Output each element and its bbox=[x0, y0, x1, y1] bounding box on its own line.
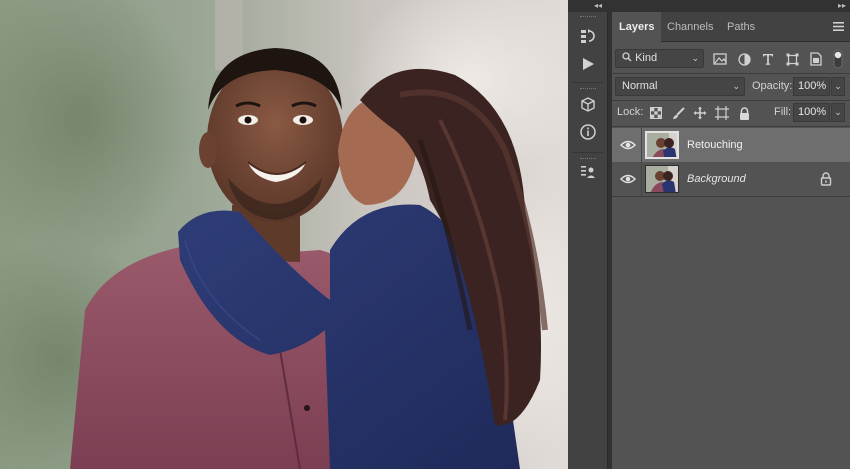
adjustment-filter-icon[interactable] bbox=[736, 51, 752, 67]
chevron-down-icon: ⌄ bbox=[691, 53, 699, 63]
photo-image bbox=[0, 0, 568, 469]
tab-layers[interactable]: Layers bbox=[612, 12, 662, 43]
document-canvas[interactable] bbox=[0, 0, 568, 469]
collapse-panels-icon[interactable]: ▸▸ bbox=[838, 0, 846, 12]
layer-thumbnail bbox=[645, 165, 679, 193]
layer-name[interactable]: Background bbox=[687, 162, 746, 196]
layer-row-background[interactable]: Background bbox=[612, 162, 850, 196]
panel-menu-icon[interactable] bbox=[833, 21, 844, 32]
dock-grip[interactable] bbox=[568, 14, 608, 20]
panel-divider bbox=[612, 196, 850, 197]
lock-artboard-icon[interactable] bbox=[714, 105, 730, 121]
lock-icon bbox=[820, 172, 832, 186]
layers-panel: Layers Channels Paths Kind ⌄ Normal ⌄ Op… bbox=[612, 12, 850, 469]
lock-image-icon[interactable] bbox=[670, 105, 686, 121]
image-filter-icon[interactable] bbox=[712, 51, 728, 67]
lock-position-icon[interactable] bbox=[692, 105, 708, 121]
actions-play-icon[interactable] bbox=[578, 54, 598, 74]
fill-label: Fill: bbox=[774, 106, 792, 118]
opacity-dropdown-button[interactable]: ⌄ bbox=[831, 77, 845, 96]
layer-filter-select[interactable]: Kind ⌄ bbox=[615, 49, 704, 68]
layer-name[interactable]: Retouching bbox=[687, 128, 743, 162]
info-icon[interactable] bbox=[578, 122, 598, 142]
collapse-dock-icon[interactable]: ◂◂ bbox=[594, 0, 602, 12]
smart-object-filter-icon[interactable] bbox=[808, 51, 824, 67]
blend-mode-select[interactable]: Normal ⌄ bbox=[615, 77, 745, 96]
filter-kind-label: Kind bbox=[635, 52, 658, 64]
shape-filter-icon[interactable] bbox=[784, 51, 800, 67]
layer-thumbnail bbox=[645, 131, 679, 159]
fill-dropdown-button[interactable]: ⌄ bbox=[831, 103, 845, 122]
layer-separator bbox=[641, 128, 642, 162]
panel-tab-bar: Layers Channels Paths bbox=[612, 12, 850, 43]
chevron-down-icon: ⌄ bbox=[732, 81, 740, 91]
blend-mode-value: Normal bbox=[622, 80, 658, 92]
tab-paths[interactable]: Paths bbox=[720, 12, 762, 42]
type-filter-icon[interactable] bbox=[760, 51, 776, 67]
layer-row-retouching[interactable]: Retouching bbox=[612, 128, 850, 162]
3d-cube-icon[interactable] bbox=[578, 94, 598, 114]
lock-all-icon[interactable] bbox=[736, 105, 752, 121]
panel-divider bbox=[612, 126, 850, 127]
layer-separator bbox=[641, 162, 642, 196]
eye-icon[interactable] bbox=[620, 138, 636, 152]
filter-toggle-icon[interactable] bbox=[832, 48, 844, 70]
properties-icon[interactable] bbox=[578, 162, 598, 182]
dock-separator bbox=[572, 152, 603, 153]
panel-top-strip bbox=[568, 0, 850, 12]
history-icon[interactable] bbox=[578, 26, 598, 46]
lock-transparent-icon[interactable] bbox=[648, 105, 664, 121]
dock-separator bbox=[572, 82, 603, 83]
lock-label: Lock: bbox=[617, 106, 644, 118]
panel-divider bbox=[612, 100, 850, 101]
panel-divider bbox=[612, 73, 850, 74]
opacity-label: Opacity: bbox=[752, 80, 793, 92]
panel-dock bbox=[568, 12, 608, 469]
opacity-input[interactable]: 100% bbox=[793, 77, 830, 96]
tab-channels[interactable]: Channels bbox=[660, 12, 720, 42]
search-icon bbox=[622, 52, 632, 62]
eye-icon[interactable] bbox=[620, 172, 636, 186]
fill-input[interactable]: 100% bbox=[793, 103, 830, 122]
dock-grip[interactable] bbox=[568, 86, 608, 92]
